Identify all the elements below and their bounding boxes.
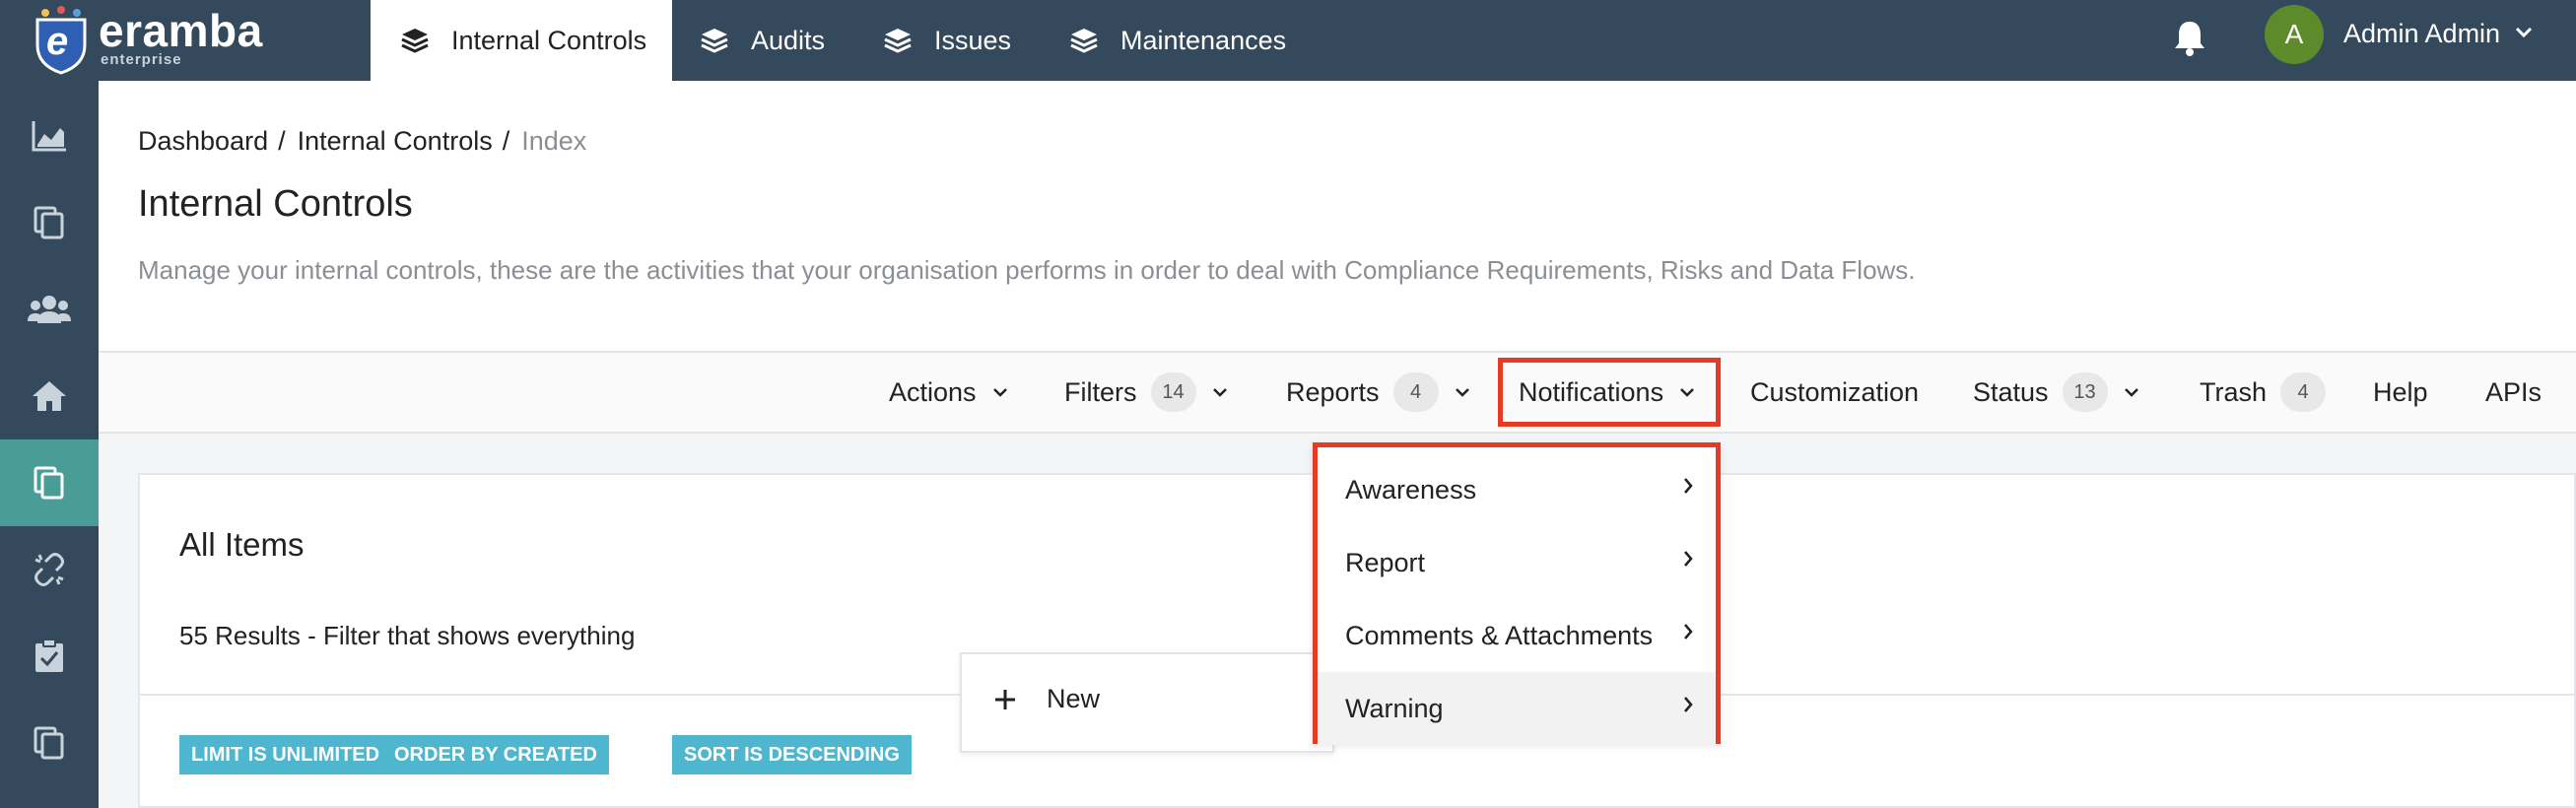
sidebar-item-unlink[interactable] (0, 526, 99, 613)
tab-internal-controls[interactable]: Internal Controls (371, 0, 672, 81)
chevron-down-icon (1455, 386, 1470, 398)
tab-label: Audits (751, 25, 826, 55)
apis-label: APIs (2485, 376, 2542, 407)
layers-icon (700, 27, 729, 54)
chevron-right-icon (1682, 477, 1694, 495)
menu-item-report[interactable]: Report (1318, 526, 1716, 599)
copy-icon (34, 726, 64, 760)
filters-count-badge: 14 (1150, 372, 1196, 412)
top-navbar: e eramba enterprise Internal Controls Au… (0, 0, 2576, 81)
breadcrumb-separator: / (502, 126, 510, 156)
avatar-initial: A (2284, 19, 2304, 49)
menu-item-comments-attachments[interactable]: Comments & Attachments (1318, 599, 1716, 672)
order-tag[interactable]: ORDER BY CREATED (382, 735, 609, 774)
breadcrumb-current: Index (521, 126, 587, 156)
card-title: All Items (179, 526, 305, 563)
help-label: Help (2373, 376, 2428, 407)
chart-icon (32, 121, 66, 152)
layers-icon (883, 27, 913, 54)
sidebar-item-tasks[interactable] (0, 613, 99, 700)
sidebar-item-users[interactable] (0, 266, 99, 353)
chevron-right-icon (1682, 623, 1694, 640)
notifications-label: Notifications (1519, 376, 1664, 407)
copy-icon (34, 466, 64, 500)
trash-label: Trash (2200, 376, 2268, 407)
filters-menu[interactable]: Filters 14 (1064, 353, 1228, 432)
menu-item-label: Awareness (1345, 474, 1477, 505)
shield-letter: e (46, 20, 69, 63)
tab-issues[interactable]: Issues (883, 0, 1011, 81)
avatar[interactable]: A (2265, 5, 2324, 64)
sidebar (0, 81, 99, 808)
breadcrumb: Dashboard / Internal Controls / Index (138, 126, 586, 157)
menu-item-awareness[interactable]: Awareness (1318, 453, 1716, 526)
sort-tag[interactable]: SORT IS DESCENDING (672, 735, 912, 774)
reports-count-badge: 4 (1392, 372, 1439, 412)
unlink-icon (34, 553, 64, 586)
status-label: Status (1973, 376, 2049, 407)
customization-button[interactable]: Customization (1750, 353, 1919, 432)
customization-label: Customization (1750, 376, 1920, 407)
menu-item-label: Warning (1345, 693, 1444, 723)
toolbar: Actions Filters 14 Reports 4 Notificatio… (99, 351, 2576, 434)
user-menu-name[interactable]: Admin Admin (2343, 19, 2500, 49)
chevron-down-icon (1679, 386, 1695, 398)
home-icon (33, 381, 66, 411)
sidebar-item-copy-2[interactable] (0, 700, 99, 786)
eramba-logo[interactable]: e eramba enterprise (28, 0, 294, 81)
chevron-down-icon (2124, 386, 2139, 398)
apis-button[interactable]: APIs (2485, 353, 2542, 432)
notifications-dropdown: Awareness Report Comments & Attachments … (1313, 442, 1721, 745)
tab-maintenances[interactable]: Maintenances (1069, 0, 1286, 81)
new-item-menu: New (960, 652, 1334, 753)
layers-icon (1069, 27, 1099, 54)
new-label: New (1047, 684, 1101, 713)
reports-label: Reports (1286, 376, 1380, 407)
sidebar-item-home[interactable] (0, 353, 99, 439)
chevron-right-icon (1682, 696, 1694, 713)
sidebar-item-dashboard[interactable] (0, 93, 99, 179)
reports-menu[interactable]: Reports 4 (1286, 353, 1470, 432)
menu-item-label: Report (1345, 547, 1426, 577)
page-title: Internal Controls (138, 183, 413, 225)
menu-item-label: Comments & Attachments (1345, 620, 1654, 650)
breadcrumb-internal-controls[interactable]: Internal Controls (298, 126, 493, 157)
help-button[interactable]: Help (2373, 353, 2428, 432)
tab-label: Maintenances (1120, 25, 1287, 55)
tab-label: Issues (934, 25, 1012, 55)
clipboard-check-icon (35, 639, 63, 672)
sidebar-item-internal-controls[interactable] (0, 439, 99, 526)
users-icon (28, 296, 71, 323)
actions-label: Actions (889, 376, 977, 407)
notifications-menu[interactable]: Notifications (1498, 358, 1721, 427)
results-summary: 55 Results - Filter that shows everythin… (179, 621, 636, 650)
filters-label: Filters (1064, 376, 1137, 407)
page-description: Manage your internal controls, these are… (138, 255, 1916, 285)
chevron-down-icon (1212, 386, 1228, 398)
tab-audits[interactable]: Audits (700, 0, 825, 81)
limit-tag[interactable]: LIMIT IS UNLIMITED (179, 735, 392, 774)
trash-count-badge: 4 (2280, 372, 2327, 412)
menu-item-warning[interactable]: Warning (1318, 672, 1716, 745)
actions-menu[interactable]: Actions (889, 353, 1008, 432)
copy-icon (34, 206, 64, 239)
new-button[interactable]: New (993, 684, 1100, 714)
sidebar-item-copy[interactable] (0, 179, 99, 266)
tab-label: Internal Controls (451, 25, 647, 55)
bell-icon[interactable] (2173, 19, 2206, 61)
chevron-down-icon[interactable] (2515, 26, 2533, 44)
trash-button[interactable]: Trash 4 (2200, 353, 2327, 432)
status-menu[interactable]: Status 13 (1973, 353, 2139, 432)
chevron-down-icon (992, 386, 1008, 398)
status-count-badge: 13 (2062, 372, 2108, 412)
breadcrumb-separator: / (278, 126, 286, 156)
plus-icon (993, 688, 1017, 711)
layers-icon (400, 27, 430, 54)
brand-name: eramba (99, 5, 263, 56)
brand-edition: enterprise (101, 51, 182, 68)
breadcrumb-dashboard[interactable]: Dashboard (138, 126, 268, 157)
chevron-right-icon (1682, 550, 1694, 568)
